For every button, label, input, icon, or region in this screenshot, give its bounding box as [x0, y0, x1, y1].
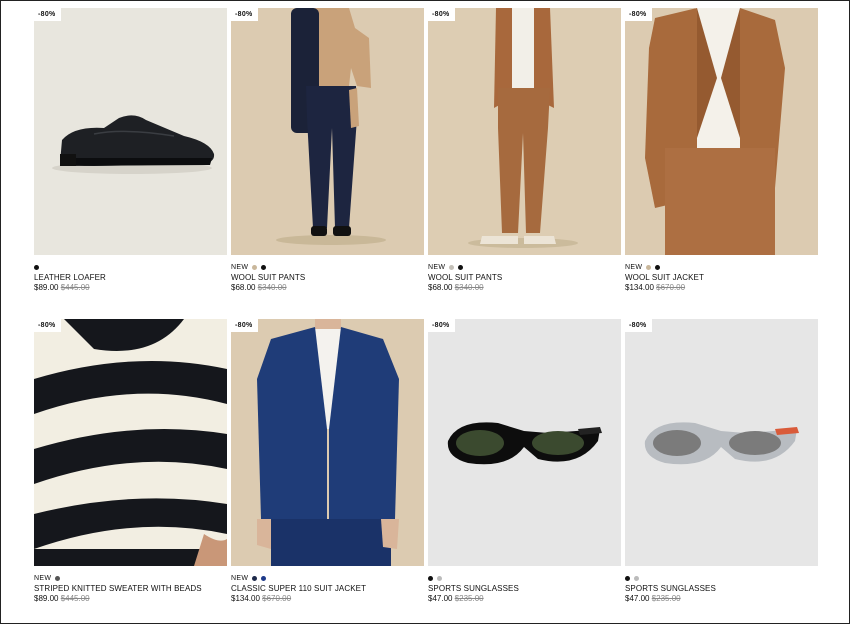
color-swatch[interactable]: [261, 265, 267, 270]
product-price: $68.00: [231, 283, 256, 292]
product-price: $89.00: [34, 594, 59, 603]
product-card[interactable]: -80% NEW WOOL SUIT PANTS $68.00 $340.00: [231, 8, 424, 293]
product-image[interactable]: -80%: [34, 319, 227, 566]
discount-badge: -80%: [428, 319, 455, 332]
wool-suit-pants-camel-image: [468, 8, 578, 248]
swatches: NEW: [428, 263, 621, 272]
new-label: NEW: [34, 574, 52, 582]
product-image[interactable]: -80%: [231, 8, 424, 255]
swatches: [428, 574, 621, 583]
product-image[interactable]: -80%: [34, 8, 227, 255]
product-price: $68.00: [428, 283, 453, 292]
color-swatch[interactable]: [261, 576, 267, 581]
product-price: $134.00: [231, 594, 260, 603]
product-card[interactable]: -80% NEW CLASSIC SUPER 110 SUIT JACKET $…: [231, 319, 424, 604]
color-swatch[interactable]: [655, 265, 661, 270]
discount-badge: -80%: [34, 319, 61, 332]
wool-suit-pants-image: [276, 8, 386, 245]
product-card[interactable]: -80% LEATHER LOAFER $89.00 $445.00: [34, 8, 227, 293]
color-swatch[interactable]: [458, 265, 464, 270]
color-swatch[interactable]: [449, 265, 455, 270]
color-swatch[interactable]: [437, 576, 442, 581]
color-swatch[interactable]: [252, 576, 258, 581]
sunglasses-black-image: [447, 422, 602, 465]
product-name[interactable]: CLASSIC SUPER 110 SUIT JACKET: [231, 584, 424, 594]
color-swatch[interactable]: [252, 265, 258, 270]
color-swatch[interactable]: [625, 576, 630, 581]
product-name[interactable]: WOOL SUIT JACKET: [625, 273, 818, 283]
product-old-price: $340.00: [257, 283, 287, 292]
color-swatch[interactable]: [55, 576, 61, 581]
new-label: NEW: [231, 263, 249, 271]
product-name[interactable]: SPORTS SUNGLASSES: [428, 584, 621, 594]
swatches: NEW: [34, 574, 227, 583]
product-card[interactable]: -80% NEW STRIPED KNITTED SWEATER WITH BE…: [34, 319, 227, 604]
product-image[interactable]: -80%: [428, 319, 621, 566]
discount-badge: -80%: [34, 8, 61, 21]
product-old-price: $340.00: [454, 283, 484, 292]
product-old-price: $235.00: [454, 594, 484, 603]
suit-jacket-navy-image: [257, 319, 399, 566]
product-old-price: $670.00: [656, 283, 686, 292]
swatches: NEW: [231, 574, 424, 583]
product-price: $47.00: [428, 594, 453, 603]
swatches: NEW: [231, 263, 424, 272]
product-name[interactable]: STRIPED KNITTED SWEATER WITH BEADS: [34, 584, 227, 594]
product-image[interactable]: -80%: [625, 319, 818, 566]
product-image[interactable]: -80%: [231, 319, 424, 566]
discount-badge: -80%: [231, 8, 258, 21]
swatches: [34, 263, 227, 272]
product-card[interactable]: -80% NEW WOOL SUIT JACKET $134.00 $670.0…: [625, 8, 818, 293]
product-image[interactable]: -80%: [625, 8, 818, 255]
product-old-price: $670.00: [262, 594, 292, 603]
product-old-price: $445.00: [60, 594, 90, 603]
product-old-price: $235.00: [651, 594, 681, 603]
swatches: NEW: [625, 263, 818, 272]
new-label: NEW: [428, 263, 446, 271]
sunglasses-silver-image: [644, 422, 799, 465]
product-price: $89.00: [34, 283, 59, 292]
striped-sweater-image: [34, 319, 227, 566]
product-name[interactable]: WOOL SUIT PANTS: [231, 273, 424, 283]
discount-badge: -80%: [625, 8, 652, 21]
product-name[interactable]: SPORTS SUNGLASSES: [625, 584, 818, 594]
new-label: NEW: [231, 574, 249, 582]
product-card[interactable]: -80% NEW WOOL SUIT PANTS $68.00 $340.00: [428, 8, 621, 293]
product-price: $47.00: [625, 594, 650, 603]
color-swatch[interactable]: [428, 576, 433, 581]
product-card[interactable]: -80% SPORTS SUNGLASSES $47.00 $235.00: [428, 319, 621, 604]
color-swatch[interactable]: [34, 265, 39, 270]
product-name[interactable]: LEATHER LOAFER: [34, 273, 227, 283]
product-image[interactable]: -80%: [428, 8, 621, 255]
swatches: [625, 574, 818, 583]
discount-badge: -80%: [625, 319, 652, 332]
new-label: NEW: [625, 263, 643, 271]
product-card[interactable]: -80% SPORTS SUNGLASSES $47.00 $235.00: [625, 319, 818, 604]
discount-badge: -80%: [231, 319, 258, 332]
product-old-price: $445.00: [60, 283, 90, 292]
product-name[interactable]: WOOL SUIT PANTS: [428, 273, 621, 283]
discount-badge: -80%: [428, 8, 455, 21]
wool-suit-jacket-image: [645, 8, 785, 255]
color-swatch[interactable]: [646, 265, 652, 270]
product-price: $134.00: [625, 283, 654, 292]
loafer-image: [52, 115, 215, 174]
color-swatch[interactable]: [634, 576, 639, 581]
